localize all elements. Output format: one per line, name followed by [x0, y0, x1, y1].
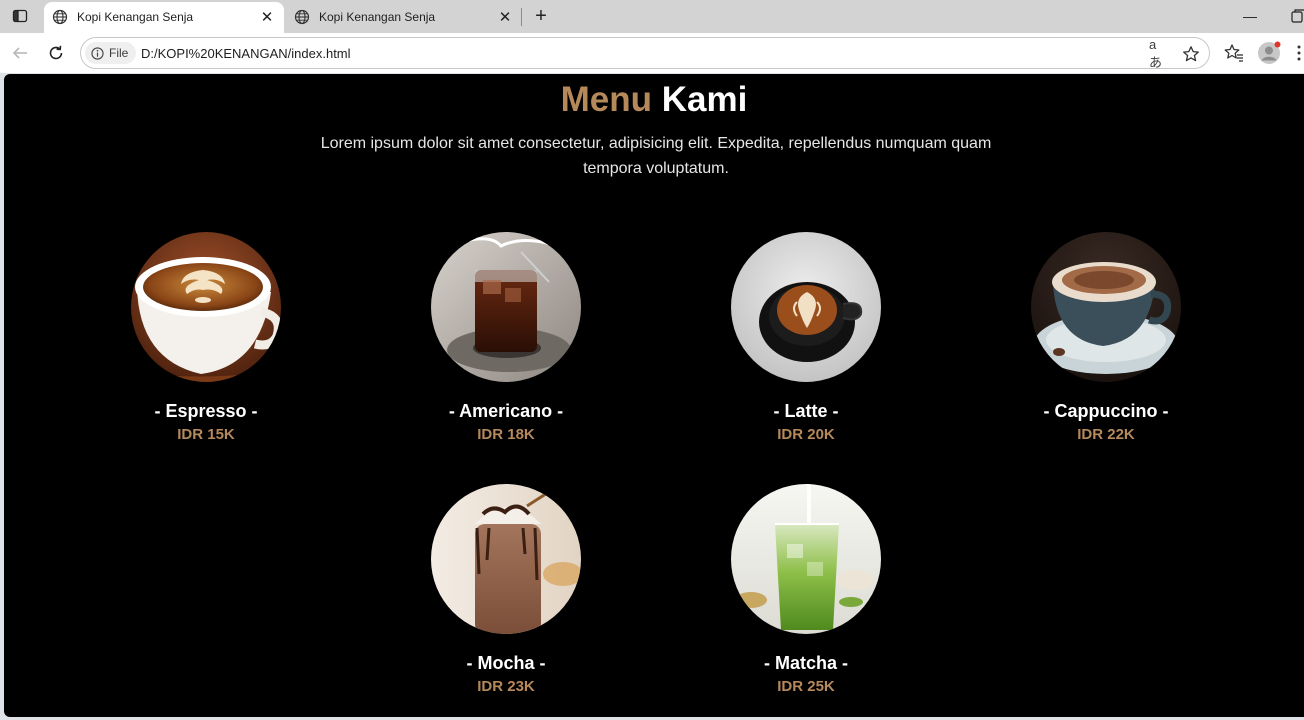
tab-kopi-kenangan-senja-active[interactable]: Kopi Kenangan Senja ✕	[44, 2, 284, 33]
profile-button[interactable]	[1257, 41, 1281, 65]
intro-text: Lorem ipsum dolor sit amet consectetur, …	[320, 135, 992, 177]
menu-item-price: IDR 18K	[477, 426, 535, 443]
tab-title: Kopi Kenangan Senja	[77, 10, 194, 24]
tab-separator	[521, 8, 522, 26]
reload-icon	[49, 45, 63, 60]
espresso-image	[131, 232, 281, 382]
mocha-image	[431, 484, 581, 634]
address-bar[interactable]: File D:/KOPI%20KENANGAN/index.html aあ	[80, 37, 1210, 70]
sidebar-toggle-icon	[12, 9, 28, 23]
menu-item-price: IDR 15K	[177, 426, 235, 443]
menu-item-name: - Americano -	[448, 401, 564, 421]
menu-item-name: - Latte -	[773, 401, 839, 421]
cappuccino-image	[1031, 232, 1181, 382]
menu-item-name: - Cappuccino -	[1043, 401, 1169, 421]
back-arrow-icon	[12, 47, 27, 59]
read-aloud-icon[interactable]: aあ	[1149, 37, 1169, 70]
more-button[interactable]	[1294, 41, 1304, 65]
title-accent: Menu	[560, 80, 653, 119]
back-button[interactable]	[7, 40, 33, 66]
maximize-button[interactable]	[1286, 6, 1304, 26]
title-plain: Kami	[661, 80, 748, 119]
site-chip-label: File	[109, 46, 129, 60]
menu-card-mocha: - Mocha - IDR 23K	[391, 484, 621, 696]
menu-card-espresso: - Espresso - IDR 15K	[91, 232, 321, 444]
menu-card-americano: - Americano - IDR 18K	[391, 232, 621, 444]
globe-icon	[294, 9, 310, 25]
menu-item-price: IDR 20K	[777, 426, 835, 443]
americano-image	[431, 232, 581, 382]
maximize-icon	[1291, 9, 1304, 23]
minimize-button[interactable]: —	[1238, 6, 1262, 26]
tab-title: Kopi Kenangan Senja	[319, 10, 436, 24]
favorites-button[interactable]	[1222, 41, 1246, 65]
menu-card-latte: - Latte - IDR 20K	[691, 232, 921, 444]
sidebar-toggle-button[interactable]	[6, 4, 34, 28]
menu-item-name: - Matcha -	[763, 653, 848, 673]
reload-button[interactable]	[43, 40, 69, 66]
browser-toolbar: File D:/KOPI%20KENANGAN/index.html aあ	[0, 33, 1304, 73]
more-icon	[1297, 45, 1301, 61]
star-icon[interactable]	[1181, 44, 1201, 64]
tab-close-icon[interactable]: ✕	[258, 8, 276, 26]
page-title: Menu Kami	[4, 79, 1304, 121]
globe-icon	[52, 9, 68, 25]
favorites-icon	[1224, 44, 1243, 62]
tab-close-icon[interactable]: ✕	[496, 8, 514, 26]
new-tab-button[interactable]: +	[530, 5, 552, 27]
tab-kopi-kenangan-senja[interactable]: Kopi Kenangan Senja ✕	[286, 2, 522, 33]
menu-item-price: IDR 22K	[1077, 426, 1135, 443]
site-info-chip[interactable]: File	[85, 42, 137, 64]
page-viewport: Menu Kami Lorem ipsum dolor sit amet con…	[4, 74, 1304, 717]
tab-strip: Kopi Kenangan Senja ✕ Kopi Kenangan Senj…	[0, 0, 1304, 33]
matcha-image	[731, 484, 881, 634]
menu-card-matcha: - Matcha - IDR 25K	[691, 484, 921, 696]
latte-image	[731, 232, 881, 382]
menu-item-name: - Espresso -	[154, 401, 258, 421]
menu-item-name: - Mocha -	[466, 653, 546, 673]
profile-avatar-icon	[1258, 41, 1281, 64]
menu-card-cappuccino: - Cappuccino - IDR 22K	[991, 232, 1221, 444]
info-icon	[91, 46, 104, 60]
menu-item-price: IDR 25K	[777, 678, 835, 695]
menu-item-price: IDR 23K	[477, 678, 535, 695]
url-text[interactable]: D:/KOPI%20KENANGAN/index.html	[141, 46, 351, 61]
